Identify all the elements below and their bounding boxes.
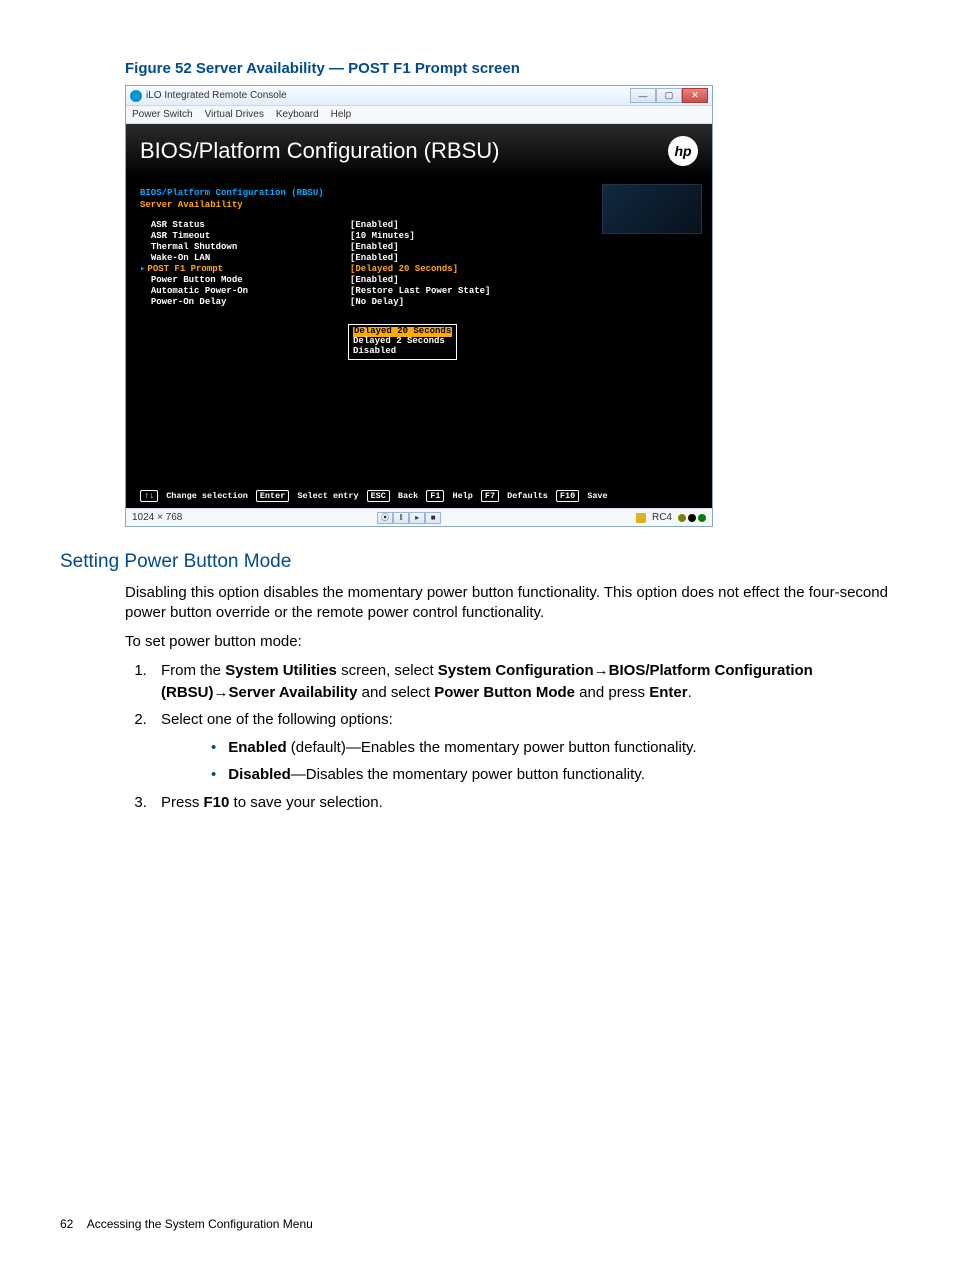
pause-button[interactable]: ‖ — [393, 512, 409, 524]
maximize-button[interactable]: ▢ — [656, 88, 682, 103]
status-dot — [698, 514, 706, 522]
option-popup[interactable]: Delayed 20 Seconds Delayed 2 Seconds Dis… — [348, 324, 457, 360]
arrow: → — [214, 684, 229, 701]
arrow: → — [594, 662, 609, 679]
titlebar: iLO Integrated Remote Console — ▢ ✕ — [126, 86, 712, 106]
key-label: Change selection — [166, 491, 248, 501]
resolution-label: 1024 × 768 — [132, 512, 182, 523]
record-button[interactable]: ⦿ — [377, 512, 393, 524]
setting-value[interactable]: [Delayed 20 Seconds] — [350, 264, 698, 274]
key-label: Defaults — [507, 491, 548, 501]
bios-header: BIOS/Platform Configuration (RBSU) hp — [126, 124, 712, 178]
stop-button[interactable]: ■ — [425, 512, 441, 524]
bios-body: BIOS/Platform Configuration (RBSU) Serve… — [126, 178, 712, 508]
menu-item-help[interactable]: Help — [331, 109, 352, 120]
app-icon — [130, 90, 142, 102]
step-3: Press F10 to save your selection. — [151, 792, 894, 814]
text: Select one of the following options: — [161, 711, 393, 728]
menu-item-virtual-drives[interactable]: Virtual Drives — [205, 109, 264, 120]
bold: System Utilities — [225, 662, 337, 679]
bios-screen: BIOS/Platform Configuration (RBSU) hp BI… — [126, 124, 712, 508]
bold: Server Availability — [229, 684, 358, 701]
menubar: Power Switch Virtual Drives Keyboard Hel… — [126, 106, 712, 124]
key-esc: ESC — [367, 490, 390, 502]
page-footer: 62 Accessing the System Configuration Me… — [60, 1217, 313, 1231]
paragraph: Disabling this option disables the momen… — [125, 583, 894, 624]
key-enter: Enter — [256, 490, 290, 502]
popup-option[interactable]: Disabled — [353, 347, 452, 357]
status-dot — [678, 514, 686, 522]
footer-text: Accessing the System Configuration Menu — [87, 1217, 313, 1231]
steps-list: From the System Utilities screen, select… — [125, 660, 894, 814]
bold: System Configuration — [438, 662, 594, 679]
key-f7: F7 — [481, 490, 499, 502]
setting-value[interactable]: [Restore Last Power State] — [350, 286, 698, 296]
text: Press — [161, 794, 204, 811]
option-disabled: Disabled—Disables the momentary power bu… — [201, 764, 894, 786]
window-controls: — ▢ ✕ — [630, 88, 708, 103]
setting-value[interactable]: [Enabled] — [350, 242, 698, 252]
key-hints-bar: ↑↓ Change selection Enter Select entry ESC Ba… — [140, 490, 698, 502]
bold: Enter — [649, 684, 687, 701]
setting-label[interactable]: ASR Status — [140, 220, 350, 230]
remote-console-window: iLO Integrated Remote Console — ▢ ✕ Powe… — [125, 85, 713, 527]
key-label: Back — [398, 491, 418, 501]
body-paragraphs: Disabling this option disables the momen… — [125, 583, 894, 652]
menu-item-keyboard[interactable]: Keyboard — [276, 109, 319, 120]
status-dot — [688, 514, 696, 522]
server-image — [602, 184, 702, 234]
text: and press — [575, 684, 649, 701]
bold: Disabled — [228, 766, 291, 783]
setting-label[interactable]: Thermal Shutdown — [140, 242, 350, 252]
key-label: Save — [587, 491, 607, 501]
text: —Disables the momentary power button fun… — [291, 766, 645, 783]
option-enabled: Enabled (default)—Enables the momentary … — [201, 737, 894, 759]
key-f10: F10 — [556, 490, 579, 502]
setting-label[interactable]: Wake-On LAN — [140, 253, 350, 263]
setting-label[interactable]: Power-On Delay — [140, 297, 350, 307]
lock-icon — [636, 513, 646, 523]
step-1: From the System Utilities screen, select… — [151, 660, 894, 704]
statusbar: 1024 × 768 ⦿ ‖ ▸ ■ RC4 — [126, 508, 712, 526]
paragraph: To set power button mode: — [125, 632, 894, 652]
options-list: Enabled (default)—Enables the momentary … — [161, 737, 894, 786]
rc-label: RC4 — [652, 512, 672, 523]
hp-logo-icon: hp — [668, 136, 698, 166]
page-number: 62 — [60, 1217, 73, 1231]
key-↑↓: ↑↓ — [140, 490, 158, 502]
text: to save your selection. — [229, 794, 382, 811]
figure-caption: Figure 52 Server Availability — POST F1 … — [125, 60, 894, 77]
bios-title: BIOS/Platform Configuration (RBSU) — [140, 138, 499, 164]
setting-value[interactable]: [Enabled] — [350, 275, 698, 285]
status-dots — [678, 514, 706, 522]
bold: F10 — [204, 794, 230, 811]
key-f1: F1 — [426, 490, 444, 502]
bold: Power Button Mode — [434, 684, 575, 701]
key-label: Select entry — [297, 491, 358, 501]
menu-item-power-switch[interactable]: Power Switch — [132, 109, 193, 120]
setting-value[interactable]: [No Delay] — [350, 297, 698, 307]
text: screen, select — [337, 662, 438, 679]
text: From the — [161, 662, 225, 679]
window-title: iLO Integrated Remote Console — [146, 90, 287, 101]
playback-controls: ⦿ ‖ ▸ ■ — [377, 512, 441, 524]
key-label: Help — [452, 491, 472, 501]
bold: Enabled — [228, 739, 286, 756]
minimize-button[interactable]: — — [630, 88, 656, 103]
close-button[interactable]: ✕ — [682, 88, 708, 103]
play-button[interactable]: ▸ — [409, 512, 425, 524]
setting-value[interactable]: [Enabled] — [350, 253, 698, 263]
text: and select — [357, 684, 434, 701]
text: (default)—Enables the momentary power bu… — [287, 739, 697, 756]
setting-label[interactable]: ▸POST F1 Prompt — [140, 264, 350, 274]
step-2: Select one of the following options: Ena… — [151, 709, 894, 785]
setting-label[interactable]: ASR Timeout — [140, 231, 350, 241]
setting-label[interactable]: Power Button Mode — [140, 275, 350, 285]
setting-label[interactable]: Automatic Power-On — [140, 286, 350, 296]
section-heading: Setting Power Button Mode — [60, 551, 894, 573]
